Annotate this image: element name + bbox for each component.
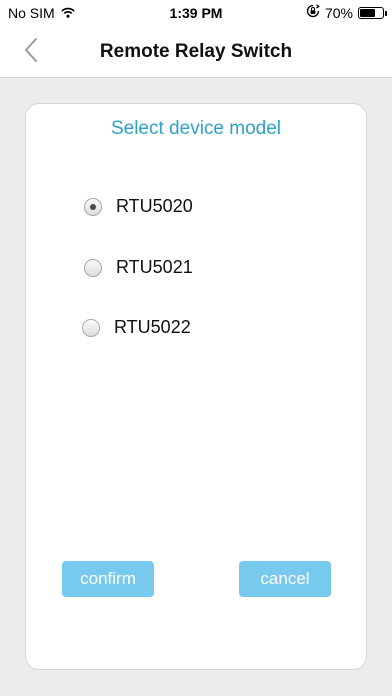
battery-percent: 70%	[324, 4, 353, 21]
option-label: RTU5022	[114, 317, 191, 337]
option-rtu5021[interactable]: RTU5021	[84, 257, 193, 278]
status-right: 70%	[306, 4, 387, 21]
battery-icon	[358, 6, 387, 19]
confirm-button[interactable]: confirm	[62, 561, 154, 597]
dialog-title: Select device model	[110, 118, 282, 139]
radio-button[interactable]	[84, 197, 102, 216]
option-rtu5020[interactable]: RTU5020	[84, 196, 193, 217]
cancel-button[interactable]: cancel	[239, 561, 331, 597]
radio-button[interactable]	[82, 318, 100, 337]
device-model-dialog: Select device model RTU5020 RTU5021 RTU5…	[25, 103, 367, 670]
battery-fill	[360, 8, 376, 17]
page-title: Remote Relay Switch	[99, 41, 293, 62]
status-bar: No SIM 1:39 PM 70%	[0, 0, 392, 26]
option-label: RTU5020	[116, 196, 193, 216]
radio-button[interactable]	[84, 258, 102, 277]
option-label: RTU5021	[116, 257, 193, 277]
option-rtu5022[interactable]: RTU5022	[82, 317, 191, 338]
rotation-lock-icon	[306, 4, 320, 21]
navigation-bar: Remote Relay Switch	[0, 26, 392, 78]
